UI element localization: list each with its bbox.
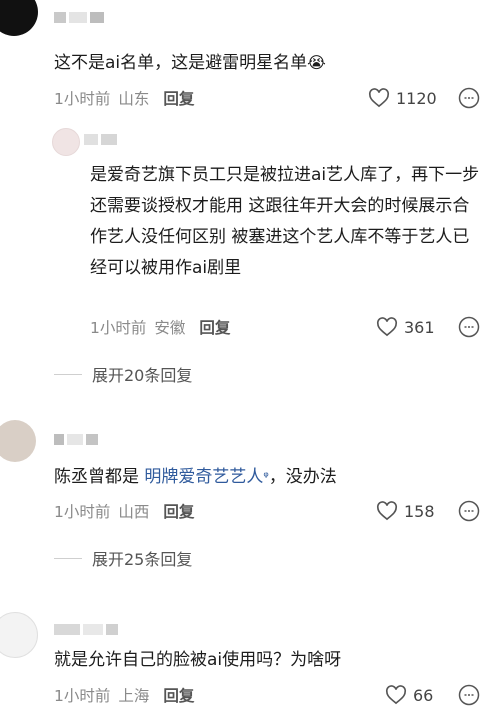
heart-icon — [376, 501, 398, 521]
reply-button[interactable]: 回复 — [163, 87, 194, 109]
comment-location: 安徽 — [154, 319, 186, 337]
comment-location: 上海 — [118, 687, 150, 705]
heart-icon — [376, 317, 398, 337]
comment-text: 陈丞曾都是 明牌爱奇艺艺人ᵠ，没办法 — [54, 462, 474, 493]
more-dots-icon — [458, 316, 480, 338]
more-dots-icon — [458, 500, 480, 522]
comment-text-before: 陈丞曾都是 — [54, 467, 145, 487]
more-dots-icon — [458, 684, 480, 706]
expand-replies-label: 展开25条回复 — [92, 550, 193, 569]
like-count: 361 — [404, 317, 435, 337]
more-options-button[interactable] — [458, 86, 480, 110]
divider-line — [54, 557, 82, 559]
comment-meta: 1小时前 山东 回复 — [54, 87, 194, 109]
comment-time: 1小时前 — [54, 687, 111, 705]
expand-replies-button[interactable]: 展开20条回复 — [54, 362, 192, 386]
crying-emoji-icon: 😭 — [307, 53, 326, 72]
heart-icon — [385, 685, 407, 705]
username-masked[interactable] — [84, 134, 117, 145]
comment-meta: 1小时前 上海 回复 — [54, 684, 194, 706]
comment-location: 山东 — [118, 90, 150, 108]
more-dots-icon — [458, 87, 480, 109]
username-masked[interactable] — [54, 434, 98, 445]
username-masked[interactable] — [54, 12, 104, 23]
comment-time: 1小时前 — [90, 319, 147, 337]
comment-text: 就是允许自己的脸被ai使用吗？为啥呀 — [54, 650, 342, 670]
comment-text-after: ，没办法 — [268, 467, 337, 487]
reply-button[interactable]: 回复 — [163, 684, 194, 706]
like-button[interactable]: 361 — [376, 315, 435, 339]
avatar[interactable] — [0, 612, 38, 658]
search-link[interactable]: 明牌爱奇艺艺人 — [144, 467, 263, 487]
like-count: 158 — [404, 501, 435, 521]
comment-meta: 1小时前 山西 回复 — [54, 500, 194, 522]
comment-text: 是爱奇艺旗下员工只是被拉进ai艺人库了，再下一步还需要谈授权才能用 这跟往年开大… — [90, 165, 480, 278]
avatar[interactable] — [52, 128, 80, 156]
like-button[interactable]: 158 — [376, 499, 435, 523]
username-masked[interactable] — [54, 624, 118, 635]
expand-replies-button[interactable]: 展开25条回复 — [54, 546, 192, 570]
reply-button[interactable]: 回复 — [163, 500, 194, 522]
more-options-button[interactable] — [458, 683, 480, 707]
comment-text-body: 这不是ai名单，这是避雷明星名单 — [54, 53, 308, 73]
more-options-button[interactable] — [458, 499, 480, 523]
divider-line — [54, 373, 82, 375]
comment-time: 1小时前 — [54, 90, 111, 108]
heart-icon — [368, 88, 390, 108]
expand-replies-label: 展开20条回复 — [92, 366, 193, 385]
comment-meta: 1小时前 安徽 回复 — [90, 316, 230, 338]
avatar[interactable] — [0, 0, 38, 36]
like-button[interactable]: 66 — [385, 683, 433, 707]
avatar[interactable] — [0, 420, 36, 462]
like-count: 66 — [413, 685, 434, 705]
reply-button[interactable]: 回复 — [199, 316, 230, 338]
comment-text: 这不是ai名单，这是避雷明星名单😭 — [54, 47, 474, 79]
comment-location: 山西 — [118, 503, 150, 521]
like-count: 1120 — [396, 88, 437, 108]
comment-time: 1小时前 — [54, 503, 111, 521]
more-options-button[interactable] — [458, 315, 480, 339]
like-button[interactable]: 1120 — [368, 86, 437, 110]
